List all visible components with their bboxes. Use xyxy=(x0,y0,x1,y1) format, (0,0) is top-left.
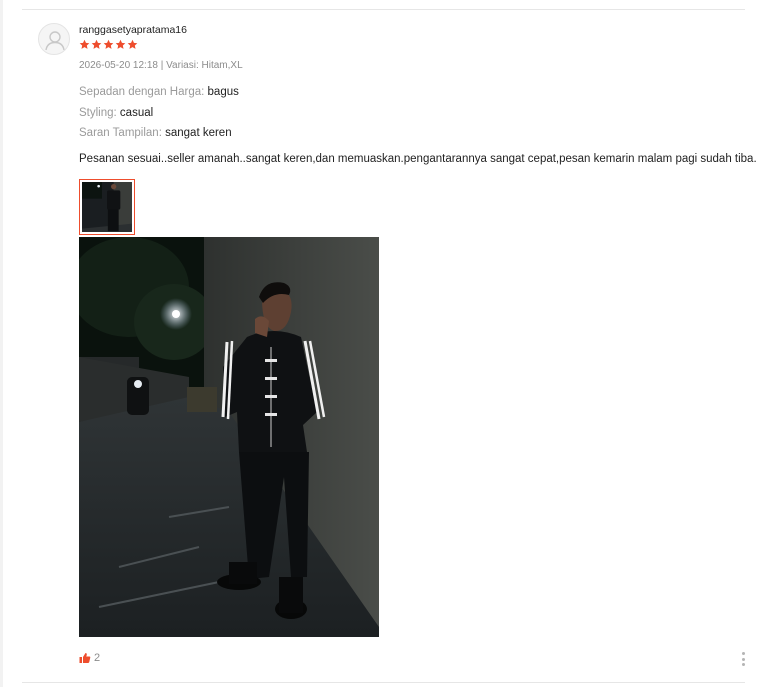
more-vertical-icon xyxy=(741,657,745,661)
thumbnail-photo xyxy=(82,182,132,232)
review-photo-image xyxy=(79,237,379,637)
reviewer-username[interactable]: ranggasetyapratama16 xyxy=(79,24,187,36)
review-media-thumbnail[interactable] xyxy=(79,179,135,235)
attribute-look: Saran Tampilan: sangat keren xyxy=(79,127,232,139)
review-meta: 2026-05-20 12:18 | Variasi: Hitam,XL xyxy=(79,60,243,71)
more-vertical-icon xyxy=(741,652,745,655)
attribute-value: casual xyxy=(119,107,154,119)
star-icon xyxy=(79,39,90,49)
attribute-label: Sepadan dengan Harga: xyxy=(79,86,205,98)
avatar[interactable] xyxy=(38,23,70,55)
variation-value: Hitam,XL xyxy=(201,60,243,71)
review-date: 2026-05-20 12:18 xyxy=(79,60,158,71)
star-icon xyxy=(103,39,114,49)
star-icon xyxy=(127,39,138,49)
bottom-divider xyxy=(22,682,745,683)
meta-separator: | xyxy=(157,60,167,71)
page-left-border xyxy=(0,0,3,687)
attribute-label: Styling: xyxy=(79,107,117,119)
more-options-button[interactable] xyxy=(738,652,748,666)
attribute-label: Saran Tampilan: xyxy=(79,127,162,139)
star-icon xyxy=(115,39,126,49)
attribute-value: sangat keren xyxy=(165,127,232,139)
review-comment: Pesanan sesuai..seller amanah..sangat ke… xyxy=(79,153,757,165)
variation-label: Variasi: xyxy=(166,60,199,71)
thumbnail-image xyxy=(82,182,132,232)
attribute-styling: Styling: casual xyxy=(79,107,153,119)
thumbs-up-icon xyxy=(79,653,91,663)
like-count: 2 xyxy=(94,652,101,664)
review-photo[interactable] xyxy=(79,237,379,637)
more-vertical-icon xyxy=(741,663,745,666)
attribute-value: bagus xyxy=(207,86,239,98)
attribute-value-for-money: Sepadan dengan Harga: bagus xyxy=(79,86,239,98)
user-placeholder-icon xyxy=(45,31,65,51)
top-divider xyxy=(22,9,745,10)
star-rating xyxy=(79,39,138,50)
like-button[interactable]: 2 xyxy=(79,652,100,664)
star-icon xyxy=(91,39,102,49)
